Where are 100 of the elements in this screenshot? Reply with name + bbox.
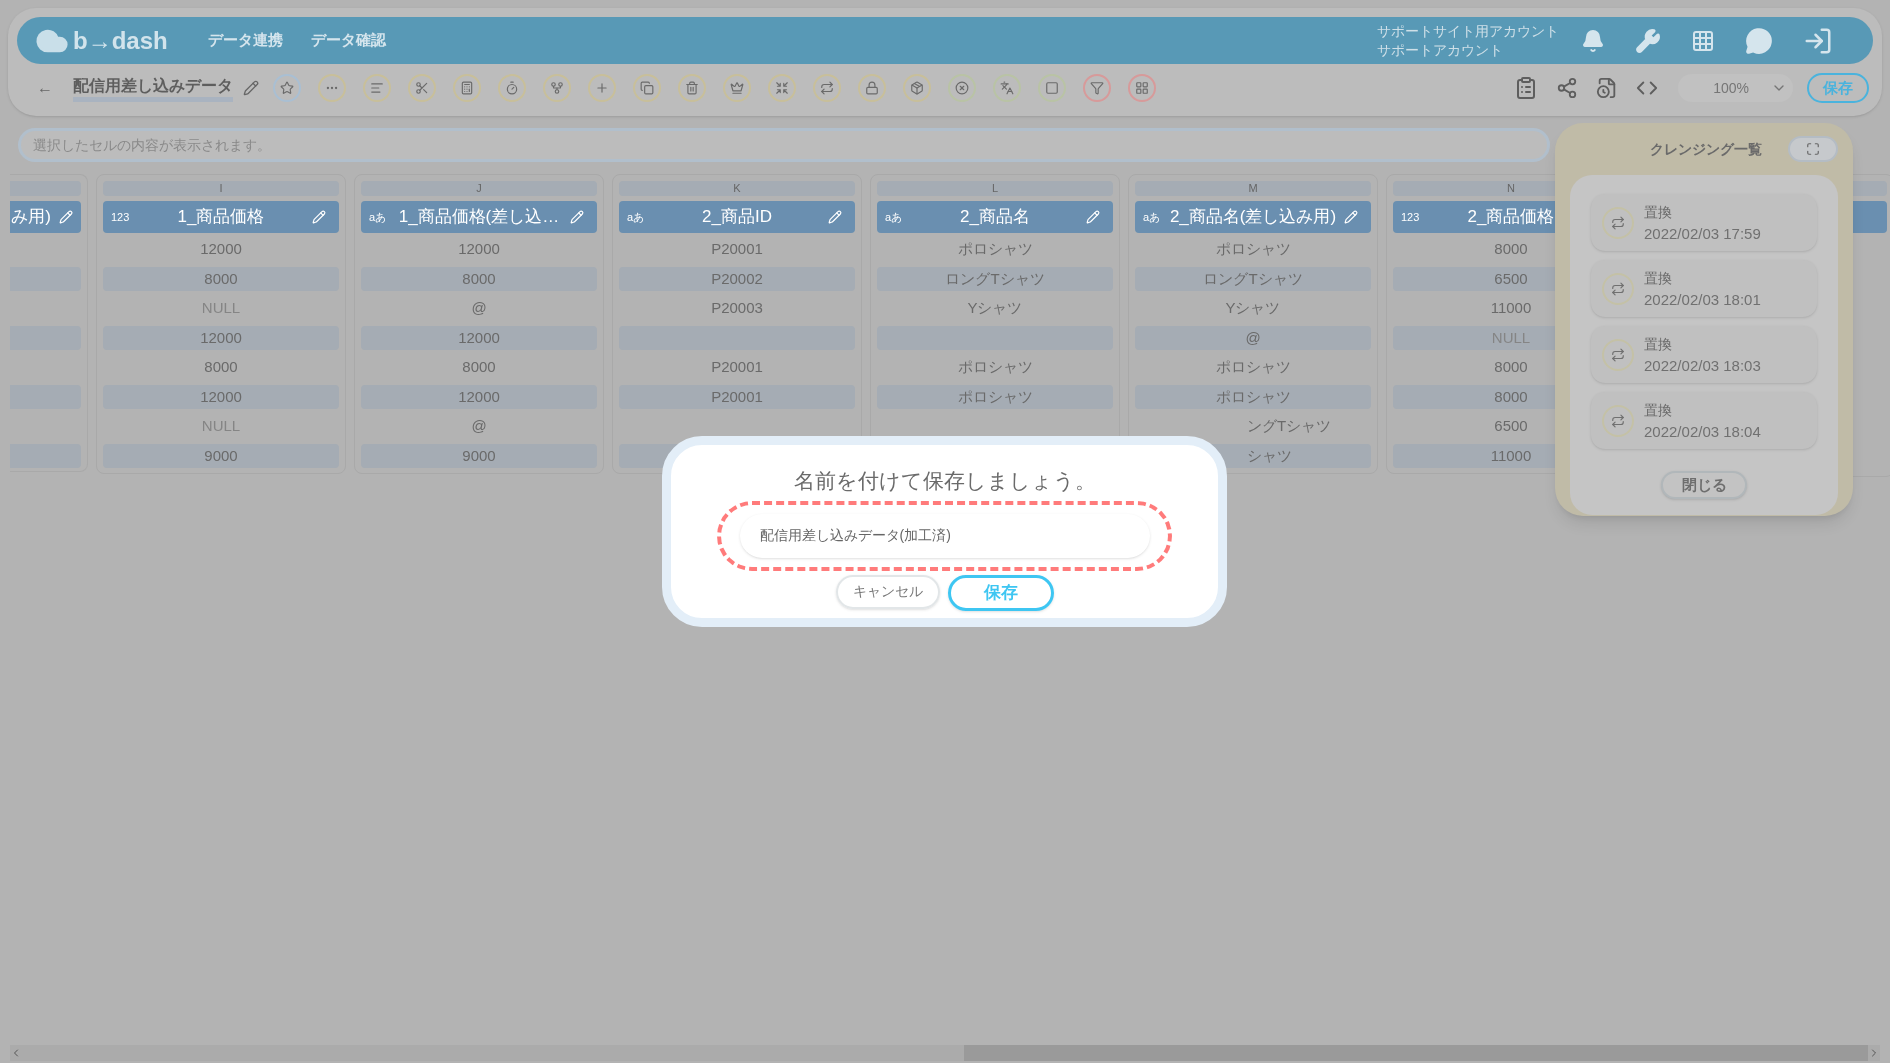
horizontal-scrollbar[interactable] bbox=[10, 1045, 1880, 1061]
table-cell-text: 8000 bbox=[204, 268, 238, 289]
box-button[interactable] bbox=[903, 74, 931, 102]
bell-icon[interactable] bbox=[1581, 28, 1605, 53]
account-name: サポートサイト用アカウント bbox=[1377, 21, 1559, 41]
zoom-select[interactable]: 100% bbox=[1678, 74, 1793, 102]
column-letter: M bbox=[1248, 181, 1258, 197]
table-cell-text: @ bbox=[1245, 327, 1261, 348]
item-label: 置換 bbox=[1644, 400, 1673, 420]
logo[interactable]: b→dash bbox=[73, 22, 168, 59]
cleansing-item[interactable]: 置換 2022/02/03 18:01 bbox=[1591, 260, 1817, 317]
item-label: 置換 bbox=[1644, 334, 1673, 354]
star-icon bbox=[280, 81, 294, 95]
column-header[interactable]: aあ 2_商品名(差し込み用) bbox=[1135, 201, 1371, 233]
lines-button[interactable] bbox=[363, 74, 391, 102]
scissors-icon bbox=[415, 81, 429, 95]
data-title[interactable]: 配信用差し込みデータ bbox=[73, 74, 233, 102]
nav-link[interactable]: データ連携 bbox=[207, 29, 283, 52]
type-label: 123 bbox=[1401, 209, 1421, 225]
expand-button[interactable] bbox=[1788, 136, 1838, 162]
cancel-button[interactable]: キャンセル bbox=[835, 574, 940, 609]
replace-icon bbox=[1602, 338, 1634, 371]
lock-icon bbox=[865, 81, 879, 95]
clipboard-icon[interactable] bbox=[1514, 76, 1538, 100]
pencil-icon[interactable] bbox=[243, 80, 259, 96]
grid-button[interactable] bbox=[1128, 74, 1156, 102]
account-name: サポートアカウント bbox=[1377, 40, 1504, 60]
save-button[interactable]: 保存 bbox=[947, 574, 1054, 611]
table-cell-text: ングTシャツ bbox=[1247, 416, 1332, 436]
column-header[interactable]: aあ 2_商品名 bbox=[877, 201, 1113, 233]
table-cell-text: Yシャツ bbox=[1225, 298, 1281, 318]
lock-button[interactable] bbox=[858, 74, 886, 102]
square-icon bbox=[1045, 81, 1059, 95]
cleansing-item[interactable]: 置換 2022/02/03 18:03 bbox=[1591, 326, 1817, 383]
column-header[interactable]: aあ 1_商品価格(差し込… bbox=[361, 201, 597, 233]
back-arrow[interactable]: ← bbox=[37, 76, 53, 100]
table-cell-text: 8000 bbox=[462, 357, 496, 377]
trash-button[interactable] bbox=[678, 74, 706, 102]
item-time: 2022/02/03 17:59 bbox=[1644, 223, 1761, 244]
scrollbar-thumb[interactable] bbox=[964, 1045, 1868, 1061]
repeat-button[interactable] bbox=[813, 74, 841, 102]
column-header[interactable]: み用) bbox=[10, 201, 81, 233]
star-button[interactable] bbox=[273, 74, 301, 102]
column-letter: L bbox=[991, 181, 999, 197]
type-label: aあ bbox=[627, 209, 646, 225]
x-circle-button[interactable] bbox=[948, 74, 976, 102]
panel-title: クレンジング一覧 bbox=[1650, 139, 1762, 159]
chat-icon[interactable] bbox=[1745, 26, 1773, 55]
translate-icon bbox=[1000, 81, 1014, 95]
repeat-icon bbox=[820, 81, 834, 95]
cleansing-item[interactable]: 置換 2022/02/03 17:59 bbox=[1591, 194, 1817, 251]
cleansing-item[interactable]: 置換 2022/02/03 18:04 bbox=[1591, 392, 1817, 449]
dots-button[interactable] bbox=[318, 74, 346, 102]
fork-icon bbox=[550, 81, 564, 95]
fork-button[interactable] bbox=[543, 74, 571, 102]
table-cell-text: 8000 bbox=[462, 268, 496, 289]
close-button[interactable]: 閉じる bbox=[1661, 471, 1747, 499]
grid-icon bbox=[1135, 81, 1149, 95]
nav-link[interactable]: データ確認 bbox=[310, 29, 386, 52]
table-cell-text: ポロシャツ bbox=[957, 357, 1033, 377]
table-cell-text: P20001 bbox=[711, 239, 763, 259]
table-cell-text: 8000 bbox=[204, 357, 238, 377]
column-letter: J bbox=[476, 181, 482, 197]
timer-icon bbox=[505, 81, 519, 95]
share-icon[interactable] bbox=[1556, 77, 1578, 99]
column-header[interactable]: 123 1_商品価格 bbox=[103, 201, 339, 233]
table-cell-text: ポロシャツ bbox=[1215, 239, 1291, 259]
table-cell-text: 12000 bbox=[458, 239, 500, 259]
column-header[interactable]: aあ 2_商品ID bbox=[619, 201, 855, 233]
copy-button[interactable] bbox=[633, 74, 661, 102]
table-cell-text: 11000 bbox=[1490, 298, 1532, 318]
apps-icon[interactable] bbox=[1691, 28, 1715, 53]
table-cell-text: 6500 bbox=[1494, 416, 1528, 436]
table-cell-text: P20003 bbox=[711, 298, 763, 318]
column-name: 1_商品価格(差し込… bbox=[397, 206, 561, 229]
plus-button[interactable] bbox=[588, 74, 616, 102]
column-letter: N bbox=[1507, 181, 1515, 197]
shrink-icon bbox=[775, 81, 789, 95]
table-cell-text: @ bbox=[471, 416, 487, 436]
item-time: 2022/02/03 18:04 bbox=[1644, 421, 1761, 442]
translate-button[interactable] bbox=[993, 74, 1021, 102]
expand-icon bbox=[1806, 142, 1820, 156]
item-label: 置換 bbox=[1644, 202, 1673, 222]
shrink-button[interactable] bbox=[768, 74, 796, 102]
crown-button[interactable] bbox=[723, 74, 751, 102]
file-icon[interactable] bbox=[1596, 77, 1618, 99]
table-cell-text: 12000 bbox=[200, 386, 242, 407]
table-cell-text: 12000 bbox=[200, 327, 242, 348]
replace-icon bbox=[1602, 206, 1634, 239]
timer-button[interactable] bbox=[498, 74, 526, 102]
filter-button[interactable] bbox=[1083, 74, 1111, 102]
math-button[interactable] bbox=[453, 74, 481, 102]
square-button[interactable] bbox=[1038, 74, 1066, 102]
name-field[interactable]: 配信用差し込みデータ(加工済) bbox=[739, 513, 1150, 558]
wrench-icon[interactable] bbox=[1635, 27, 1661, 54]
table-cell-text: 6500 bbox=[1494, 268, 1528, 289]
scissors-button[interactable] bbox=[408, 74, 436, 102]
table-cell-text: ロングTシャツ bbox=[1203, 268, 1303, 289]
column-name: 1_商品価格 bbox=[176, 206, 266, 229]
table-cell-text: 9000 bbox=[204, 445, 238, 466]
